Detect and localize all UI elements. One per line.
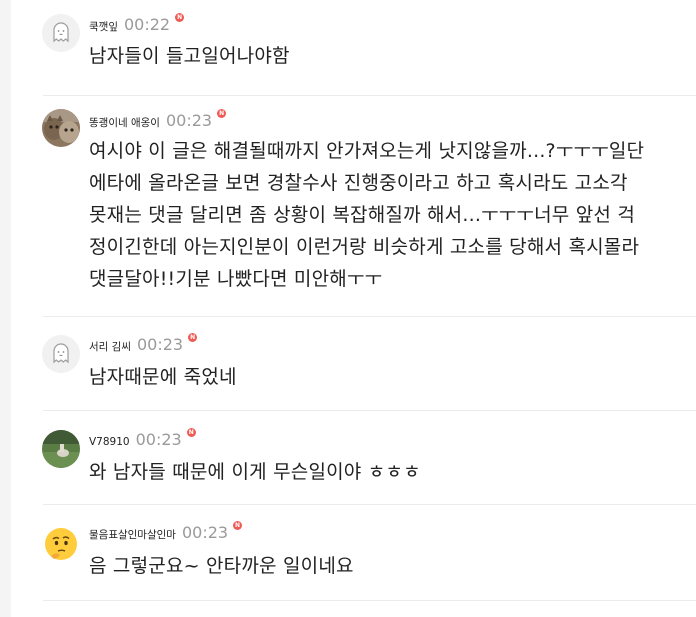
comment-text-line: 여시야 이 글은 해결될때까지 안가져오는게 낫지않을까...?ㅜㅜㅜ일단	[89, 140, 645, 162]
comment-time: 00:23	[136, 335, 184, 354]
comment-text-line: 에타에 올라온글 보면 경찰수사 진행중이라고 하고 혹시라도 고소각	[89, 172, 628, 194]
divider	[43, 600, 696, 601]
new-badge: N	[188, 333, 198, 342]
comment-text-line: 음 그렇군요~ 안타까운 일이네요	[89, 555, 354, 577]
comment-text-line: 댓글달아!!기분 나빴다면 미안해ㅜㅜ	[89, 268, 383, 290]
comment-item: 똥괭이네 애옹이 00:23 N 여시야 이 글은 해결될때까지 안가져오는게 …	[11, 96, 696, 317]
comment-text-line: 남자들이 들고일어나야함	[89, 45, 290, 67]
comment-text: 남자들이 들고일어나야함	[89, 40, 689, 72]
comment-item: 쿡깻잎 00:22 N 남자들이 들고일어나야함	[11, 0, 696, 96]
comment-text-line: 남자때문에 죽었네	[89, 366, 237, 388]
comment-meta: 똥괭이네 애옹이 00:23 N	[89, 108, 227, 130]
comment-nickname[interactable]: 서리 김씨	[89, 340, 131, 354]
comment-text: 와 남자들 때문에 이게 무슨일이야 ㅎㅎㅎ	[89, 456, 689, 488]
new-badge: N	[233, 521, 243, 530]
comment-meta: 물음표살인마살인마 00:23 N	[89, 520, 243, 542]
comment-text-line: 못재는 댓글 달리면 좀 상황이 복잡해질까 해서...ㅜㅜㅜ너무 앞선 걱	[89, 204, 635, 226]
comment-text-line: 와 남자들 때문에 이게 무슨일이야 ㅎㅎㅎ	[89, 461, 421, 483]
thinking-face-emoji-avatar[interactable]	[42, 525, 80, 563]
comment-text-line: 정이긴한데 아는지인분이 이런거랑 비슷하게 고소를 당해서 혹시몰라	[89, 236, 640, 258]
new-badge: N	[217, 109, 227, 118]
comment-nickname[interactable]: 쿡깻잎	[89, 20, 118, 34]
new-badge: N	[186, 428, 196, 437]
comment-item: 서리 김씨 00:23 N 남자때문에 죽었네	[11, 317, 696, 411]
comment-meta: 서리 김씨 00:23 N	[89, 332, 198, 354]
ghost-avatar-icon[interactable]	[42, 335, 80, 373]
comment-list: 쿡깻잎 00:22 N 남자들이 들고일어나야함 똥괭이네 애옹이 00:23 …	[11, 0, 696, 617]
comment-time: 00:23	[181, 523, 229, 542]
comment-meta: V78910 00:23 N	[89, 427, 196, 449]
ghost-avatar-icon[interactable]	[42, 14, 80, 52]
comment-time: 00:23	[135, 430, 182, 449]
comment-text: 남자때문에 죽었네	[89, 361, 689, 393]
comment-meta: 쿡깻잎 00:22 N	[89, 12, 185, 34]
comment-time: 00:23	[165, 111, 213, 130]
cats-photo-avatar[interactable]	[42, 109, 80, 147]
comment-item: V78910 00:23 N 와 남자들 때문에 이게 무슨일이야 ㅎㅎㅎ	[11, 411, 696, 505]
comment-nickname[interactable]: 똥괭이네 애옹이	[89, 116, 160, 130]
comment-text: 음 그렇군요~ 안타까운 일이네요	[89, 550, 689, 582]
comment-nickname[interactable]: 물음표살인마살인마	[89, 528, 176, 542]
new-badge: N	[175, 13, 185, 22]
field-photo-avatar[interactable]	[42, 430, 80, 468]
comment-nickname[interactable]: V78910	[89, 435, 130, 449]
comment-time: 00:22	[123, 15, 171, 34]
comment-text: 여시야 이 글은 해결될때까지 안가져오는게 낫지않을까...?ㅜㅜㅜ일단 에타…	[89, 135, 689, 295]
comment-item: 물음표살인마살인마 00:23 N 음 그렇군요~ 안타까운 일이네요	[11, 505, 696, 601]
